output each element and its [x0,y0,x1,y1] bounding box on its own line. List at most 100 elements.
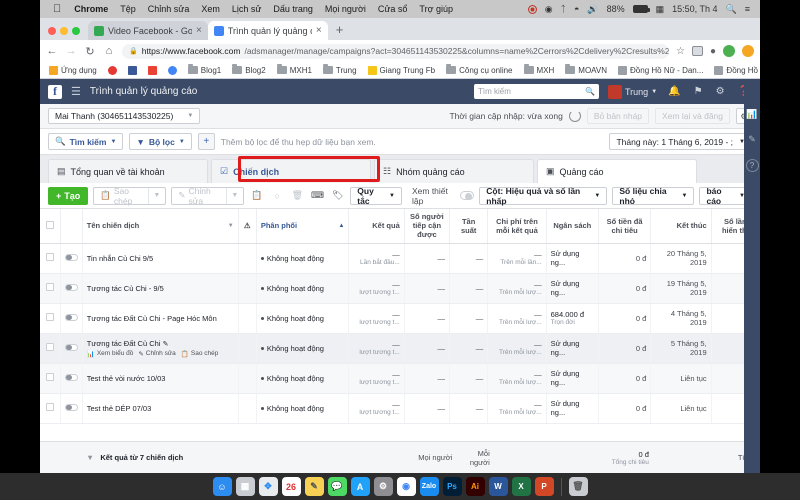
profile-avatar-2[interactable] [742,45,754,57]
settings-icon[interactable]: ⚙ [373,477,393,496]
flag-icon[interactable]: ⚑ [692,86,705,97]
col-campaign-name[interactable]: Tên chiến dịch ▼ [82,209,239,244]
select-all-header[interactable] [40,209,61,244]
bookmark-1[interactable] [104,65,121,75]
browser-tab-1[interactable]: Video Facebook - Google Tran × [88,21,208,40]
menu-cuaso[interactable]: Cửa sổ [372,4,414,14]
inline-edit-pencil-icon[interactable]: ✎ [163,341,169,348]
finder-icon[interactable]: ☺ [212,477,232,496]
bookmark-trung[interactable]: Trung [319,64,361,75]
row-name-cell[interactable]: Test thẻ DÉP 07/03 [82,393,239,424]
row-name-cell[interactable]: Tương tác Đất Củ Chi ✎ 📊 Xem biểu đồ ✎ Chỉ… [82,333,239,364]
chrome-icon[interactable]: ◉ [396,477,416,496]
excel-icon[interactable]: X [511,477,531,496]
profile-avatar-1[interactable] [723,45,735,57]
tab-adsets[interactable]: ☷ Nhóm quảng cáo [374,159,534,183]
word-icon[interactable]: W [488,477,508,496]
notification-center-icon[interactable]: ≡ [741,4,754,14]
row-checkbox[interactable] [45,313,54,321]
appstore-icon[interactable]: A [350,477,370,496]
status-toggle[interactable] [64,373,78,381]
gear-icon[interactable]: ⚙ [714,86,727,97]
bookmark-mxh[interactable]: MXH [520,64,559,75]
row-toggle-cell[interactable] [60,303,83,334]
safari-icon[interactable]: ✥ [258,477,278,496]
select-all-checkbox[interactable] [45,220,54,229]
toggle-switch[interactable] [459,191,475,200]
revert-circle-icon[interactable]: ○ [269,187,284,205]
volume-icon[interactable]: 🔊 [583,4,602,15]
menu-xem[interactable]: Xem [195,4,226,14]
rules-button[interactable]: Quy tắc ▼ [350,186,402,206]
row-toggle-cell[interactable] [60,393,83,424]
trash-icon[interactable]: 🗑 [290,187,305,205]
notes-icon[interactable]: ✎ [304,477,324,496]
col-budget[interactable]: Ngân sách [546,209,599,244]
bookmark-star-icon[interactable]: ☆ [676,46,685,57]
bookmark-donghonu-2[interactable]: Đồng Hồ Nữ - Đồ... [710,65,760,75]
col-amount-spent[interactable]: Số tiền đã chi tiêu [598,209,652,244]
view-setup-toggle[interactable]: Xem thiết lập [412,186,475,206]
wifi-icon[interactable]: ◓ [570,4,583,14]
bluetooth-icon[interactable]: ᛏ [557,4,570,14]
calendar-icon[interactable]: 26 [281,477,301,496]
row-toggle-cell[interactable] [60,243,83,274]
forward-icon[interactable]: → [65,45,77,57]
table-row[interactable]: Tương tác Đất Củ Chi - Page Hóc Môn Khôn… [40,303,760,334]
bookmark-donghonu-1[interactable]: Đồng Hồ Nữ - Dan... [614,65,707,75]
input-source-icon[interactable]: ▦ [652,4,669,15]
tab-1-close-icon[interactable]: × [196,25,202,36]
bookmark-moavn[interactable]: MOAVN [561,64,611,75]
extension-icon-1[interactable] [691,46,703,56]
row-toggle-cell[interactable] [60,273,83,304]
status-toggle[interactable] [64,253,78,261]
col-cost-per-result[interactable]: Chi phí trên mỗi kết quả [487,209,547,244]
menu-chrome[interactable]: Chrome [68,4,114,14]
col-results[interactable]: Kết quả [348,209,405,244]
menubar-clock[interactable]: 15:50, Th 4 [668,4,721,14]
col-ends[interactable]: Kết thúc [650,209,712,244]
notifications-bell-icon[interactable]: 🔔 [666,86,682,97]
battery-icon[interactable] [629,5,652,13]
status-toggle[interactable] [64,313,78,321]
row-toggle-cell[interactable] [60,333,83,364]
filters-button[interactable]: ▼ Bộ lọc ▼ [129,133,192,150]
bookmark-gmail[interactable] [144,65,161,75]
menu-trogiup[interactable]: Trợ giúp [413,4,459,14]
dropbox-icon[interactable]: ◉ [541,4,557,15]
row-hover-actions[interactable]: 📊 Xem biểu đồ ✎ Chỉnh sửa 📋 Sao chép [87,350,234,358]
account-selector[interactable]: Mai Thanh (304651143530225) ▼ [48,108,201,124]
row-name-cell[interactable]: Tương tác Củ Chi - 9/5 [82,273,239,304]
col-frequency[interactable]: Tần suất [449,209,489,244]
facebook-logo-icon[interactable]: f [48,84,62,99]
row-name-cell[interactable]: Tương tác Đất Củ Chi - Page Hóc Môn [82,303,239,334]
reload-icon[interactable]: ↻ [84,45,96,58]
row-checkbox[interactable] [45,283,54,291]
export-icon[interactable]: ⌨ [310,187,325,205]
photoshop-icon[interactable]: Ps [442,477,462,496]
pencil-icon[interactable]: ✎ [748,134,756,145]
tab-account-overview[interactable]: ▤ Tổng quan về tài khoản [48,159,208,183]
columns-button[interactable]: Cột: Hiệu quả và số lần nhấp ▼ [479,186,608,206]
table-row[interactable]: Test thẻ vòi nước 10/03 Không hoạt động … [40,363,760,394]
row-checkbox-cell[interactable] [40,333,61,364]
close-window-button[interactable] [48,27,56,35]
launchpad-icon[interactable]: ▦ [235,477,255,496]
bookmark-facebook[interactable] [124,65,141,75]
duplicate-button[interactable]: 📋 Sao chép [94,186,147,206]
menu-lichsu[interactable]: Lịch sử [226,4,268,14]
screen-record-icon[interactable] [524,4,541,14]
maximize-window-button[interactable] [72,27,80,35]
menu-tep[interactable]: Tệp [114,4,142,14]
status-toggle[interactable] [64,283,78,291]
status-toggle[interactable] [64,343,78,351]
duplicate-group[interactable]: 📋 Sao chép ▼ [93,186,167,206]
table-row[interactable]: Tin nhắn Củ Chi 9/5 Không hoạt động — Lần… [40,243,760,274]
row-checkbox[interactable] [45,373,54,381]
row-toggle-cell[interactable] [60,363,83,394]
view-chart-action[interactable]: 📊 Xem biểu đồ [87,350,134,358]
col-reach[interactable]: Số người tiếp cận được [404,209,451,244]
extension-icon-2[interactable]: ● [710,46,716,57]
refresh-icon[interactable] [568,110,581,122]
spotlight-icon[interactable]: 🔍 [722,4,741,15]
